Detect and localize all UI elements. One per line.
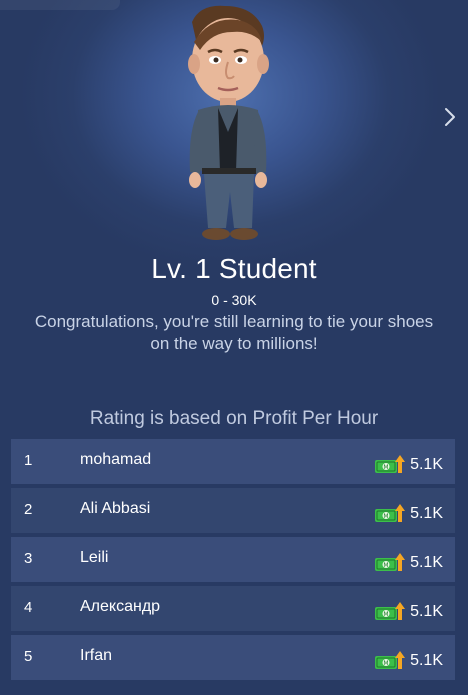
chevron-right-icon xyxy=(445,108,455,126)
svg-text:M: M xyxy=(383,513,388,520)
level-title: Lv. 1 Student xyxy=(151,253,317,284)
profit-value: 5.1K xyxy=(410,603,443,620)
leaderboard-row[interactable]: 2 Ali Abbasi M 5.1K xyxy=(11,488,455,533)
character-avatar xyxy=(188,5,269,240)
svg-text:M: M xyxy=(383,464,388,471)
leaderboard-row[interactable]: 4 Александр M 5.1K xyxy=(11,586,455,631)
profit-per-hour: M 5.1K xyxy=(374,504,443,524)
rank-number: 5 xyxy=(24,648,33,665)
leaderboard-row[interactable]: 3 Leili M 5.1K xyxy=(11,537,455,582)
rank-number: 4 xyxy=(24,599,33,616)
cash-up-icon: M xyxy=(375,651,406,669)
profit-value: 5.1K xyxy=(410,554,443,571)
rating-note: Rating is based on Profit Per Hour xyxy=(89,408,379,429)
profit-value: 5.1K xyxy=(410,505,443,522)
profit-per-hour: M 5.1K xyxy=(374,651,443,671)
rank-number: 2 xyxy=(24,501,33,518)
profit-per-hour: M 5.1K xyxy=(374,553,443,573)
leaderboard-row[interactable]: 1 mohamad M 5.1K xyxy=(11,439,455,484)
svg-text:M: M xyxy=(383,660,388,667)
svg-text:M: M xyxy=(383,562,388,569)
player-name: Leili xyxy=(80,549,109,566)
player-name: Ali Abbasi xyxy=(80,500,151,517)
player-name: mohamad xyxy=(80,451,152,468)
player-name: Александр xyxy=(80,598,161,615)
svg-text:M: M xyxy=(383,611,388,618)
leaderboard: 1 mohamad M 5.1K 2 Ali Abbasi M 5.1K 3 L… xyxy=(11,439,455,684)
top-edge-shade xyxy=(0,0,120,10)
rank-number: 1 xyxy=(24,452,33,469)
cash-up-icon: M xyxy=(375,455,406,473)
leaderboard-row[interactable]: 5 Irfan M 5.1K xyxy=(11,635,455,680)
level-description: Congratulations, you're still learning t… xyxy=(34,312,434,353)
profit-value: 5.1K xyxy=(410,456,443,473)
next-level-button[interactable] xyxy=(436,100,464,134)
cash-up-icon: M xyxy=(375,553,406,571)
profit-value: 5.1K xyxy=(410,652,443,669)
level-range: 0 - 30K xyxy=(211,292,257,308)
rank-number: 3 xyxy=(24,550,33,567)
cash-up-icon: M xyxy=(375,602,406,620)
profit-per-hour: M 5.1K xyxy=(374,602,443,622)
cash-up-icon: M xyxy=(375,504,406,522)
profit-per-hour: M 5.1K xyxy=(374,455,443,475)
player-name: Irfan xyxy=(80,647,113,664)
